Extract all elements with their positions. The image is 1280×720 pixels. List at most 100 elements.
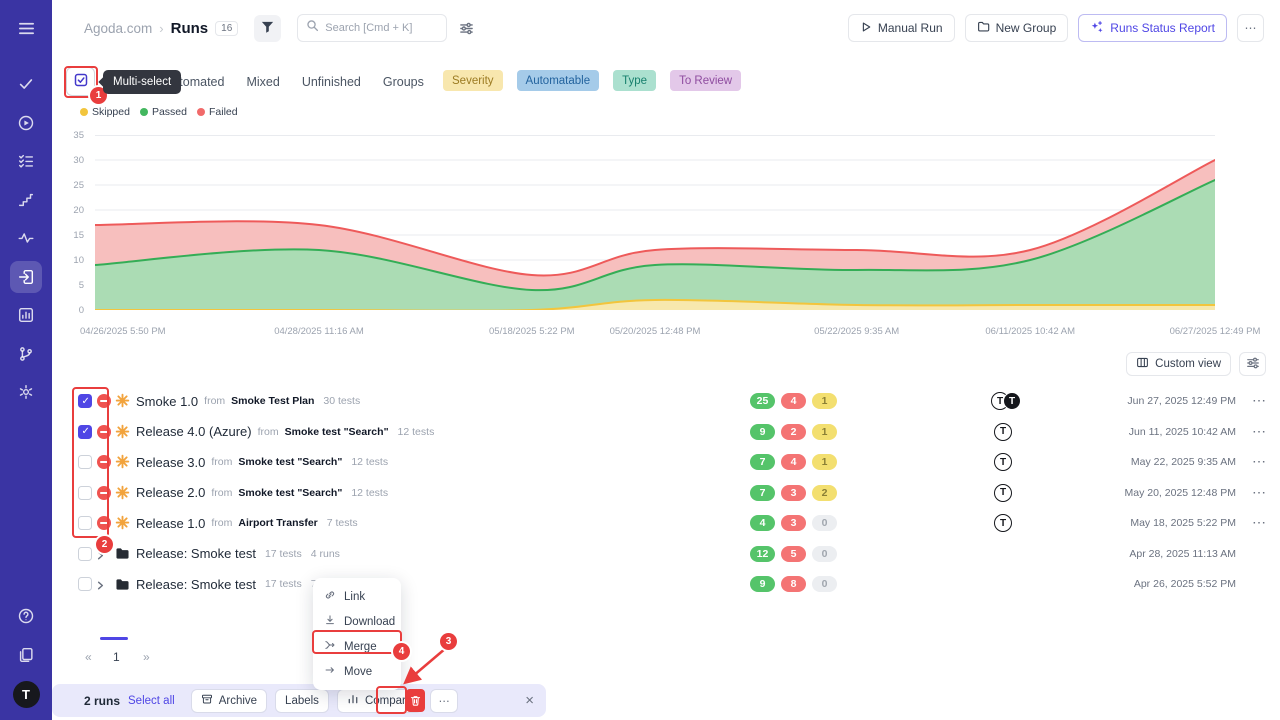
run-title[interactable]: Release 3.0 (136, 455, 205, 470)
table-row[interactable]: Release 4.0 (Azure) from Smoke test "Sea… (52, 417, 1280, 448)
from-label: from (211, 456, 232, 468)
failed-badge: 4 (781, 393, 806, 409)
select-all-link[interactable]: Select all (128, 695, 175, 707)
table-row[interactable]: Smoke 1.0 from Smoke Test Plan 30 tests … (52, 386, 1280, 417)
sidebar: T (0, 0, 52, 720)
sliders-icon[interactable] (459, 21, 474, 36)
passed-badge: 12 (750, 546, 775, 562)
search-box[interactable] (297, 14, 447, 42)
run-title[interactable]: Release 1.0 (136, 516, 205, 531)
chevron-right-icon[interactable] (95, 578, 106, 596)
menu-item-download[interactable]: Download (313, 609, 401, 634)
row-more-button[interactable]: ⋯ (1252, 512, 1266, 532)
adjustments-icon (1246, 356, 1260, 373)
play-icon (860, 21, 872, 36)
avatar[interactable]: T (994, 484, 1012, 502)
custom-view-button[interactable]: Custom view (1126, 352, 1231, 376)
run-plan[interactable]: Smoke Test Plan (231, 395, 314, 407)
group-row[interactable]: Release: Smoke test 17 tests 7 runs 9 8 … (52, 569, 1280, 600)
page-number[interactable]: 1 (113, 650, 120, 664)
row-more-button[interactable]: ⋯ (1252, 451, 1266, 471)
run-title[interactable]: Release 2.0 (136, 485, 205, 500)
check-icon[interactable] (10, 68, 42, 100)
play-circle-icon[interactable] (10, 107, 42, 139)
prev-page-button[interactable]: « (85, 650, 92, 664)
view-bar: Custom view (1126, 352, 1266, 376)
filter-bar: Automated Mixed Unfinished Groups Severi… (52, 66, 1280, 100)
run-plan[interactable]: Smoke test "Search" (285, 426, 389, 438)
tab-mixed[interactable]: Mixed (246, 75, 279, 89)
runs-area-chart: 05101520253035 04/26/2025 5:50 PM04/28/2… (52, 128, 1280, 343)
row-more-button[interactable]: ⋯ (1252, 482, 1266, 502)
avatar[interactable]: T (994, 514, 1012, 532)
run-date: Apr 26, 2025 5:52 PM (1134, 569, 1236, 600)
menu-item-merge[interactable]: Merge (313, 634, 401, 659)
run-plan[interactable]: Airport Transfer (238, 517, 317, 529)
archive-label: Archive (219, 695, 257, 707)
menu-icon[interactable] (10, 12, 42, 44)
table-row[interactable]: Release 1.0 from Airport Transfer 7 test… (52, 508, 1280, 539)
group-title[interactable]: Release: Smoke test (136, 546, 256, 561)
sparkles-icon (1090, 20, 1104, 37)
row-checkbox[interactable] (78, 394, 92, 408)
test-list-icon[interactable] (10, 145, 42, 177)
header-more-button[interactable]: ⋯ (1237, 14, 1264, 42)
row-checkbox[interactable] (78, 577, 92, 591)
group-row[interactable]: Release: Smoke test 17 tests 4 runs 12 5… (52, 539, 1280, 570)
close-icon[interactable]: × (525, 692, 534, 709)
row-checkbox[interactable] (78, 486, 92, 500)
checkbox-icon (73, 72, 89, 91)
search-input[interactable] (325, 22, 435, 34)
pill-to-review[interactable]: To Review (670, 70, 741, 91)
row-checkbox[interactable] (78, 516, 92, 530)
pill-severity[interactable]: Severity (443, 70, 503, 91)
branch-icon[interactable] (10, 338, 42, 370)
row-more-button[interactable]: ⋯ (1252, 421, 1266, 441)
run-plan[interactable]: Smoke test "Search" (238, 456, 342, 468)
run-plan[interactable]: Smoke test "Search" (238, 487, 342, 499)
avatar[interactable]: T (1003, 392, 1021, 410)
settings-icon[interactable] (10, 376, 42, 408)
menu-item-move[interactable]: Move (313, 659, 401, 684)
labels-button[interactable]: Labels (275, 689, 329, 713)
report-icon[interactable] (10, 299, 42, 331)
page-title: Runs (171, 20, 209, 37)
runs-status-report-button[interactable]: Runs Status Report (1078, 14, 1227, 42)
run-title[interactable]: Release 4.0 (Azure) (136, 424, 252, 439)
tab-unfinished[interactable]: Unfinished (302, 75, 361, 89)
row-checkbox[interactable] (78, 455, 92, 469)
runs-icon[interactable] (10, 261, 42, 293)
annotation-step-2: 2 (96, 536, 113, 553)
table-row[interactable]: Release 3.0 from Smoke test "Search" 12 … (52, 447, 1280, 478)
breadcrumb-project[interactable]: Agoda.com (84, 21, 152, 36)
app-logo[interactable]: T (13, 681, 40, 708)
tooltip-text: Multi-select (113, 76, 171, 88)
tab-groups[interactable]: Groups (383, 75, 424, 89)
row-checkbox[interactable] (78, 425, 92, 439)
passed-badge: 9 (750, 576, 775, 592)
row-more-button[interactable]: ⋯ (1252, 390, 1266, 410)
archive-button[interactable]: Archive (191, 689, 267, 713)
help-icon[interactable] (10, 600, 42, 632)
pill-type[interactable]: Type (613, 70, 656, 91)
table-row[interactable]: Release 2.0 from Smoke test "Search" 12 … (52, 478, 1280, 509)
pill-automatable[interactable]: Automatable (517, 70, 600, 91)
breadcrumb-separator: › (159, 21, 163, 36)
view-settings-button[interactable] (1239, 352, 1266, 376)
group-title[interactable]: Release: Smoke test (136, 577, 256, 592)
avatar[interactable]: T (994, 453, 1012, 471)
avatar[interactable]: T (994, 423, 1012, 441)
docs-icon[interactable] (10, 639, 42, 671)
run-title[interactable]: Smoke 1.0 (136, 394, 198, 409)
manual-run-button[interactable]: Manual Run (848, 14, 955, 42)
menu-item-link[interactable]: Link (313, 584, 401, 609)
from-label: from (211, 487, 232, 499)
next-page-button[interactable]: » (143, 650, 150, 664)
filter-button[interactable] (254, 15, 281, 42)
new-group-button[interactable]: New Group (965, 14, 1069, 42)
steps-icon[interactable] (10, 184, 42, 216)
activity-icon[interactable] (10, 222, 42, 254)
run-spark-icon (115, 454, 130, 474)
row-checkbox[interactable] (78, 547, 92, 561)
selection-more-button[interactable]: ⋯ (430, 689, 458, 713)
